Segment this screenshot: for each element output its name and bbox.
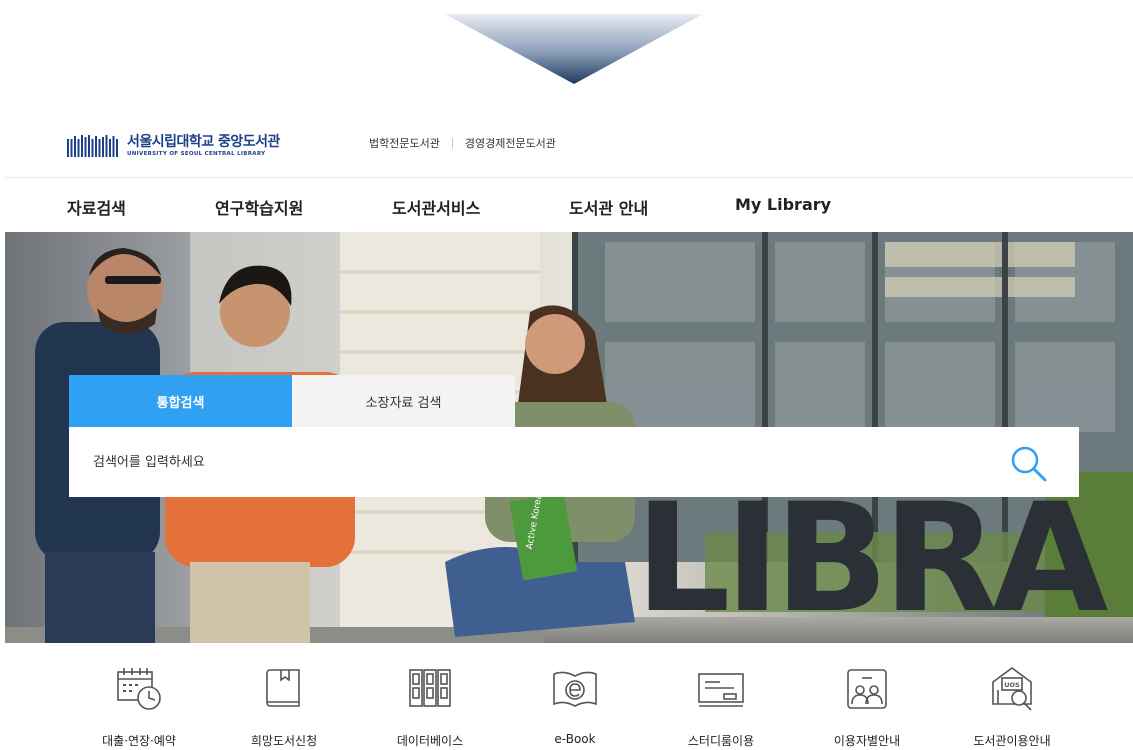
logo-mark-icon (67, 135, 118, 157)
tab-holdings-search[interactable]: 소장자료 검색 (292, 375, 515, 427)
user-guide-icon (847, 669, 887, 709)
quick-item-user-guide[interactable]: 이용자별안내 (797, 660, 937, 750)
quick-label-loan: 대출·연장·예약 (102, 734, 176, 748)
calendar-clock-icon (117, 668, 161, 710)
ebook-icon (553, 671, 597, 707)
search-icon[interactable] (1007, 442, 1049, 484)
branch-library-links: 법학전문도서관 경영경제전문도서관 (369, 135, 556, 151)
quick-label-library-guide: 도서관이용안내 (973, 734, 1051, 748)
search-tabs: 통합검색 소장자료 검색 (69, 375, 515, 427)
quick-item-library-guide[interactable]: UOS 도서관이용안내 (942, 660, 1082, 750)
quick-label-study-room: 스터디룸이용 (687, 734, 755, 748)
quick-label-book-request: 희망도서신청 (250, 734, 318, 748)
scroll-down-arrow-icon (445, 14, 703, 84)
database-icon (409, 669, 451, 707)
search-box (69, 427, 1079, 497)
main-navigation: 자료검색 연구학습지원 도서관서비스 도서관 안내 My Library (0, 190, 1133, 222)
search-input[interactable] (93, 449, 993, 475)
nav-item-library-services[interactable]: 도서관서비스 (392, 195, 480, 219)
quick-menu: 대출·연장·예약 희망도서신청 데이터베이스 e-Book 스터디룸이용 이용자… (0, 660, 1133, 750)
library-logo[interactable]: 서울시립대학교 중앙도서관 UNIVERSITY OF SEOUL CENTRA… (67, 130, 280, 162)
quick-label-database: 데이터베이스 (396, 734, 464, 748)
logo-title: 서울시립대학교 중앙도서관 (127, 134, 280, 150)
link-divider (451, 138, 453, 148)
nav-item-library-info[interactable]: 도서관 안내 (569, 195, 648, 219)
quick-item-book-request[interactable]: 희망도서신청 (214, 660, 354, 750)
nav-item-research-support[interactable]: 연구학습지원 (215, 195, 303, 219)
link-business-library[interactable]: 경영경제전문도서관 (465, 135, 556, 151)
header-divider (5, 177, 1133, 178)
nav-item-material-search[interactable]: 자료검색 (67, 195, 126, 219)
nav-item-my-library[interactable]: My Library (735, 195, 831, 214)
quick-item-loan[interactable]: 대출·연장·예약 (69, 660, 209, 750)
library-guide-icon: UOS (992, 667, 1032, 711)
quick-label-ebook: e-Book (554, 732, 596, 746)
quick-label-user-guide: 이용자별안내 (833, 734, 901, 748)
quick-item-ebook[interactable]: e-Book (505, 660, 645, 750)
link-law-library[interactable]: 법학전문도서관 (369, 135, 440, 151)
quick-item-database[interactable]: 데이터베이스 (360, 660, 500, 750)
study-room-icon (698, 673, 744, 707)
quick-item-study-room[interactable]: 스터디룸이용 (651, 660, 791, 750)
library-guide-icon-text: UOS (1004, 681, 1020, 689)
tab-integrated-search[interactable]: 통합검색 (69, 375, 292, 427)
book-icon (266, 669, 300, 707)
logo-subtitle: UNIVERSITY OF SEOUL CENTRAL LIBRARY (127, 151, 266, 157)
